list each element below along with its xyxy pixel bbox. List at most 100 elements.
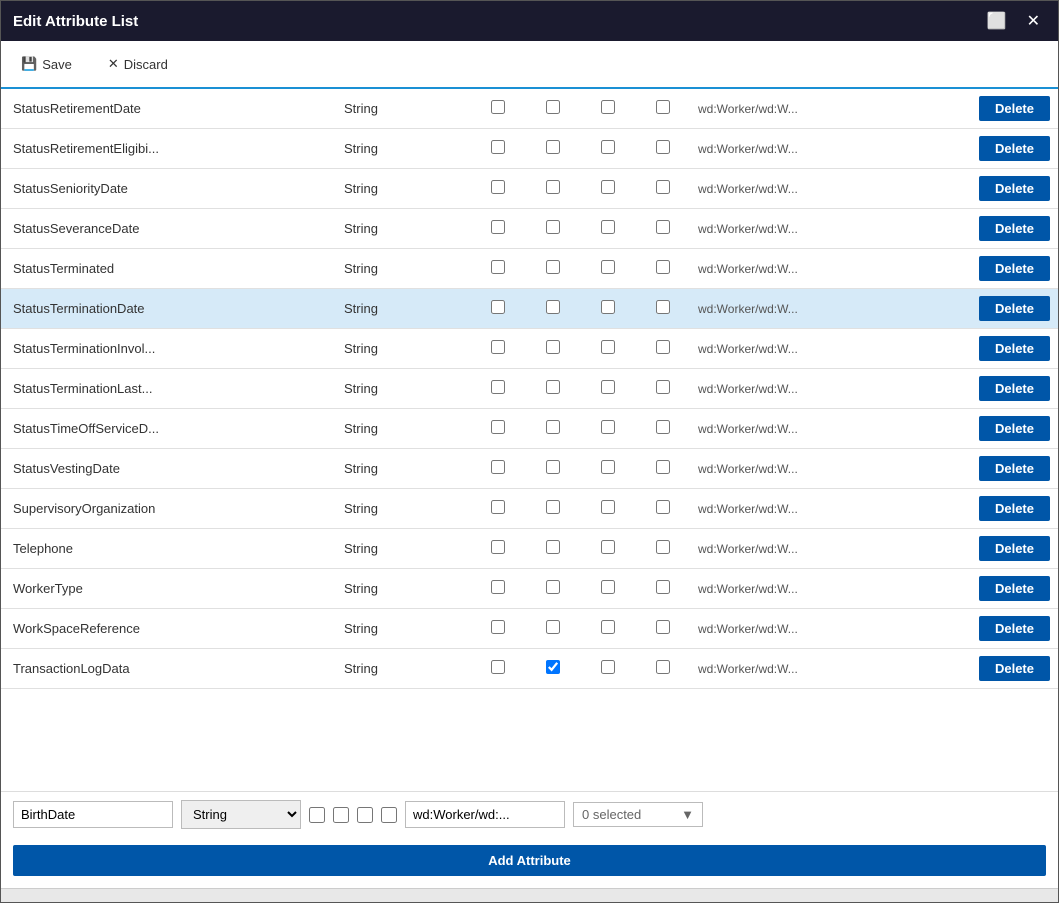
selected-dropdown[interactable]: 0 selected ▼	[573, 802, 703, 827]
add-attribute-button[interactable]: Add Attribute	[13, 845, 1046, 876]
cb1-cell[interactable]	[470, 209, 525, 249]
cb2-cell[interactable]	[525, 249, 580, 289]
cb3-checkbox[interactable]	[601, 100, 615, 114]
cb1-checkbox[interactable]	[491, 220, 505, 234]
cb1-checkbox[interactable]	[491, 500, 505, 514]
cb1-cell[interactable]	[470, 369, 525, 409]
cb1-cell[interactable]	[470, 449, 525, 489]
cb1-checkbox[interactable]	[491, 140, 505, 154]
cb2-cell[interactable]	[525, 449, 580, 489]
cb2-cell[interactable]	[525, 169, 580, 209]
cb4-checkbox[interactable]	[656, 140, 670, 154]
cb4-checkbox[interactable]	[656, 180, 670, 194]
cb3-checkbox[interactable]	[601, 300, 615, 314]
cb2-checkbox[interactable]	[546, 420, 560, 434]
cb4-cell[interactable]	[635, 289, 690, 329]
delete-button[interactable]: Delete	[979, 256, 1050, 281]
cb2-cell[interactable]	[525, 289, 580, 329]
cb2-checkbox[interactable]	[546, 500, 560, 514]
close-button[interactable]: ✕	[1021, 9, 1046, 33]
cb2-checkbox[interactable]	[546, 380, 560, 394]
cb3-cell[interactable]	[580, 449, 635, 489]
cb2-cell[interactable]	[525, 489, 580, 529]
cb2-checkbox[interactable]	[546, 220, 560, 234]
cb1-cell[interactable]	[470, 249, 525, 289]
cb2-cell[interactable]	[525, 569, 580, 609]
delete-button[interactable]: Delete	[979, 336, 1050, 361]
cb1-cell[interactable]	[470, 329, 525, 369]
cb3-checkbox[interactable]	[601, 140, 615, 154]
cb2-checkbox[interactable]	[546, 580, 560, 594]
cb4-cell[interactable]	[635, 529, 690, 569]
cb2-cell[interactable]	[525, 209, 580, 249]
delete-button[interactable]: Delete	[979, 176, 1050, 201]
cb1-checkbox[interactable]	[491, 460, 505, 474]
cb3-checkbox[interactable]	[601, 580, 615, 594]
cb4-cell[interactable]	[635, 409, 690, 449]
cb1-cell[interactable]	[470, 609, 525, 649]
cb1-cell[interactable]	[470, 649, 525, 689]
cb3-checkbox[interactable]	[601, 380, 615, 394]
cb3-cell[interactable]	[580, 249, 635, 289]
delete-button[interactable]: Delete	[979, 216, 1050, 241]
cb1-checkbox[interactable]	[491, 180, 505, 194]
cb3-cell[interactable]	[580, 289, 635, 329]
cb3-cell[interactable]	[580, 649, 635, 689]
cb4-checkbox[interactable]	[656, 380, 670, 394]
cb4-cell[interactable]	[635, 609, 690, 649]
cb3-checkbox[interactable]	[601, 180, 615, 194]
cb2-checkbox[interactable]	[546, 660, 560, 674]
cb4-checkbox[interactable]	[656, 460, 670, 474]
cb2-cell[interactable]	[525, 129, 580, 169]
cb1-checkbox[interactable]	[491, 420, 505, 434]
delete-button[interactable]: Delete	[979, 136, 1050, 161]
cb4-cell[interactable]	[635, 129, 690, 169]
cb2-cell[interactable]	[525, 369, 580, 409]
bottom-scrollbar[interactable]	[1, 888, 1058, 902]
cb4-cell[interactable]	[635, 449, 690, 489]
cb4-cell[interactable]	[635, 89, 690, 129]
new-attribute-type-select[interactable]: StringIntegerBooleanDateFloat	[181, 800, 301, 829]
cb1-checkbox[interactable]	[491, 620, 505, 634]
cb3-checkbox[interactable]	[601, 540, 615, 554]
delete-button[interactable]: Delete	[979, 576, 1050, 601]
delete-button[interactable]: Delete	[979, 656, 1050, 681]
cb2-checkbox[interactable]	[546, 340, 560, 354]
cb2-checkbox[interactable]	[546, 620, 560, 634]
cb1-cell[interactable]	[470, 89, 525, 129]
cb3-checkbox[interactable]	[601, 620, 615, 634]
cb4-cell[interactable]	[635, 649, 690, 689]
delete-button[interactable]: Delete	[979, 456, 1050, 481]
cb4-checkbox[interactable]	[656, 260, 670, 274]
cb3-cell[interactable]	[580, 609, 635, 649]
cb4-cell[interactable]	[635, 569, 690, 609]
cb2-cell[interactable]	[525, 609, 580, 649]
cb3-checkbox[interactable]	[601, 500, 615, 514]
cb1-cell[interactable]	[470, 289, 525, 329]
cb4-checkbox[interactable]	[656, 100, 670, 114]
cb4-checkbox[interactable]	[656, 500, 670, 514]
delete-button[interactable]: Delete	[979, 416, 1050, 441]
save-button[interactable]: 💾 Save	[13, 52, 80, 76]
cb4-cell[interactable]	[635, 249, 690, 289]
cb4-checkbox[interactable]	[656, 300, 670, 314]
cb3-cell[interactable]	[580, 409, 635, 449]
cb3-cell[interactable]	[580, 129, 635, 169]
cb3-cell[interactable]	[580, 369, 635, 409]
cb4-checkbox[interactable]	[656, 580, 670, 594]
cb2-checkbox[interactable]	[546, 180, 560, 194]
cb1-checkbox[interactable]	[491, 660, 505, 674]
cb2-checkbox[interactable]	[546, 300, 560, 314]
new-cb2[interactable]	[333, 807, 349, 823]
cb4-cell[interactable]	[635, 489, 690, 529]
cb3-cell[interactable]	[580, 569, 635, 609]
cb3-checkbox[interactable]	[601, 660, 615, 674]
cb1-checkbox[interactable]	[491, 380, 505, 394]
cb1-cell[interactable]	[470, 409, 525, 449]
cb1-checkbox[interactable]	[491, 340, 505, 354]
cb4-checkbox[interactable]	[656, 660, 670, 674]
delete-button[interactable]: Delete	[979, 536, 1050, 561]
cb1-checkbox[interactable]	[491, 300, 505, 314]
cb2-checkbox[interactable]	[546, 540, 560, 554]
cb4-checkbox[interactable]	[656, 340, 670, 354]
